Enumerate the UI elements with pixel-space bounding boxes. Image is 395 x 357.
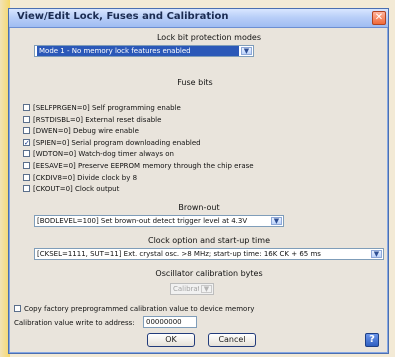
fuse-checkbox[interactable] (23, 173, 30, 181)
cancel-button[interactable]: Cancel (208, 333, 256, 347)
fuse-row[interactable]: [WDTON=0] Watch-dog timer always on (23, 148, 323, 160)
fuse-label: [DWEN=0] Debug wire enable (33, 127, 139, 136)
fuse-checkbox[interactable]: ✓ (23, 138, 30, 146)
fuse-row[interactable]: [RSTDISBL=0] External reset disable (23, 114, 323, 126)
fuse-row[interactable]: [DWEN=0] Debug wire enable (23, 125, 323, 137)
lock-mode-select[interactable]: Mode 1 - No memory lock features enabled… (34, 45, 254, 57)
calibration-value-text: Calibration value (173, 285, 199, 293)
copy-calibration-label: Copy factory preprogrammed calibration v… (24, 305, 255, 313)
clock-option-value: [CKSEL=1111, SUT=11] Ext. crystal osc. >… (37, 250, 321, 258)
chevron-down-icon[interactable]: ▼ (271, 217, 282, 225)
fuse-bits-label: Fuse bits (177, 78, 213, 87)
calibration-address-input[interactable]: 00000000 (143, 316, 197, 328)
fuse-label: [SELFPRGEN=0] Self programming enable (33, 104, 181, 112)
fuse-label: [EESAVE=0] Preserve EEPROM memory throug… (33, 161, 254, 170)
title-bar[interactable]: View/Edit Lock, Fuses and Calibration ✕ (9, 9, 388, 28)
clock-option-select[interactable]: [CKSEL=1111, SUT=11] Ext. crystal osc. >… (34, 248, 384, 260)
window-title: View/Edit Lock, Fuses and Calibration (17, 11, 229, 22)
fuse-label: [CKDIV8=0] Divide clock by 8 (33, 173, 138, 182)
lock-mode-value: Mode 1 - No memory lock features enabled (37, 46, 239, 56)
calibration-value-select: Calibration value ▼ (170, 283, 214, 295)
brownout-value: [BODLEVEL=100] Set brown-out detect trig… (37, 217, 248, 225)
fuse-label: [SPIEN=0] Serial program downloading ena… (33, 138, 201, 147)
chevron-down-icon[interactable]: ▼ (371, 250, 382, 258)
calibration-address-label: Calibration value write to address: (14, 319, 135, 327)
fuse-row[interactable]: [CKOUT=0] Clock output (23, 183, 323, 195)
fuse-label: [CKOUT=0] Clock output (33, 185, 120, 194)
oscillator-calibration-label: Oscillator calibration bytes (155, 269, 263, 278)
fuse-checkbox[interactable] (23, 104, 30, 111)
fuse-bits-list: [SELFPRGEN=0] Self programming enable [RS… (23, 102, 323, 195)
ok-button[interactable]: OK (147, 333, 195, 347)
fuse-row[interactable]: [EESAVE=0] Preserve EEPROM memory throug… (23, 160, 323, 172)
fuse-checkbox[interactable] (23, 185, 30, 193)
clock-option-label: Clock option and start-up time (148, 236, 270, 245)
fuse-checkbox[interactable] (23, 150, 30, 158)
copy-calibration-checkbox[interactable] (14, 305, 21, 312)
copy-calibration-option[interactable]: Copy factory preprogrammed calibration v… (14, 303, 314, 314)
chevron-down-icon: ▼ (201, 285, 212, 293)
lock-bits-label: Lock bit protection modes (156, 33, 262, 42)
fuse-label: [RSTDISBL=0] External reset disable (33, 115, 162, 124)
chevron-down-icon[interactable]: ▼ (241, 47, 252, 55)
fuse-row[interactable]: [CKDIV8=0] Divide clock by 8 (23, 172, 323, 184)
fuse-checkbox[interactable] (23, 127, 30, 135)
brownout-label: Brown-out (178, 203, 220, 212)
fuse-label: [WDTON=0] Watch-dog timer always on (33, 150, 174, 159)
fuse-row[interactable]: [SELFPRGEN=0] Self programming enable (23, 102, 323, 114)
fuse-checkbox[interactable] (23, 161, 30, 169)
close-button[interactable]: ✕ (372, 11, 386, 25)
fuse-row[interactable]: ✓ [SPIEN=0] Serial program downloading en… (23, 137, 323, 149)
brownout-select[interactable]: [BODLEVEL=100] Set brown-out detect trig… (34, 215, 284, 227)
help-icon[interactable]: ? (365, 333, 379, 347)
fuse-checkbox[interactable] (23, 115, 30, 123)
